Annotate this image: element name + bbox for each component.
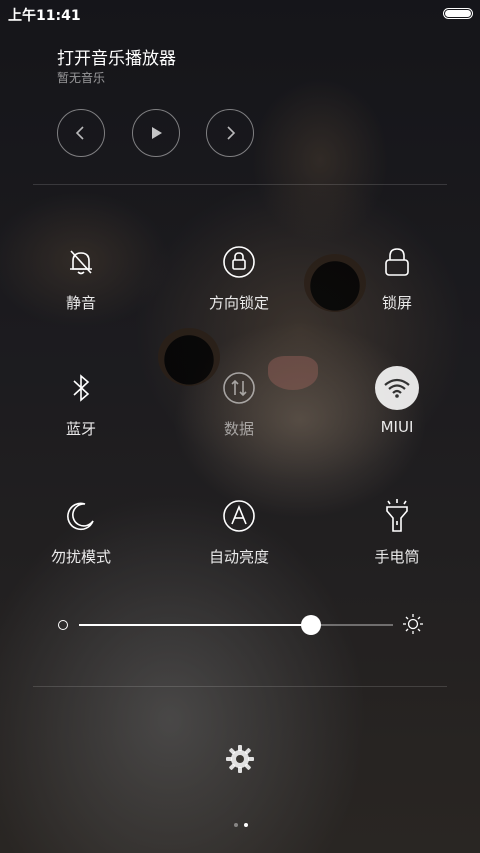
rotation-lock-icon (217, 240, 261, 284)
page-indicator (231, 812, 251, 827)
toggle-label: 方向锁定 (208, 294, 269, 312)
settings-button[interactable] (225, 744, 255, 774)
toggle-label: 手电筒 (374, 548, 420, 566)
auto-brightness-icon (217, 494, 261, 538)
bluetooth-icon (59, 366, 103, 410)
toggle-label: 勿扰模式 (50, 548, 111, 566)
next-track-button[interactable] (206, 109, 254, 157)
toggle-label: 锁屏 (381, 294, 412, 312)
wifi-icon (375, 366, 419, 410)
chevron-right-icon (227, 126, 236, 140)
toggle-flashlight[interactable]: 手电筒 (337, 494, 457, 584)
toggle-bluetooth[interactable]: 蓝牙 (21, 366, 141, 456)
brightness-thumb[interactable] (301, 615, 322, 635)
toggle-auto-brightness[interactable]: 自动亮度 (179, 494, 299, 584)
divider-top (33, 184, 447, 185)
bell-off-icon (59, 240, 103, 284)
brightness-track[interactable] (79, 615, 393, 635)
gear-icon (226, 745, 254, 773)
toggle-label: 自动亮度 (208, 548, 269, 566)
lock-icon (375, 240, 419, 284)
toggle-do-not-disturb[interactable]: 勿扰模式 (21, 494, 141, 584)
toggle-mobile-data[interactable]: 数据 (179, 366, 299, 456)
divider-bottom (33, 686, 447, 687)
status-bar: 上午11:41 (0, 0, 480, 28)
toggle-label: MIUI (380, 418, 414, 436)
moon-icon (59, 494, 103, 538)
music-player-subtitle: 暂无音乐 (57, 71, 106, 85)
toggle-label: 蓝牙 (65, 420, 96, 438)
play-icon (152, 127, 162, 139)
previous-track-button[interactable] (57, 109, 105, 157)
page-dot-active (244, 823, 248, 827)
page-dot (234, 823, 238, 827)
brightness-high-icon (403, 614, 423, 634)
toggle-mute[interactable]: 静音 (21, 240, 141, 330)
toggle-wifi[interactable]: MIUI (337, 366, 457, 456)
brightness-fill (79, 624, 312, 626)
toggle-label: 静音 (65, 294, 96, 312)
toggle-rotation-lock[interactable]: 方向锁定 (179, 240, 299, 330)
music-player-title[interactable]: 打开音乐播放器 (57, 44, 176, 69)
chevron-left-icon (75, 126, 84, 140)
battery-fill (445, 10, 471, 17)
toggle-label: 数据 (223, 420, 254, 438)
mobile-data-icon (217, 366, 261, 410)
battery-icon (443, 8, 473, 19)
status-time: 上午11:41 (8, 8, 81, 24)
play-button[interactable] (132, 109, 180, 157)
brightness-low-icon (58, 620, 68, 630)
flashlight-icon (375, 494, 419, 538)
toggle-lock-screen[interactable]: 锁屏 (337, 240, 457, 330)
brightness-slider[interactable] (56, 612, 426, 638)
